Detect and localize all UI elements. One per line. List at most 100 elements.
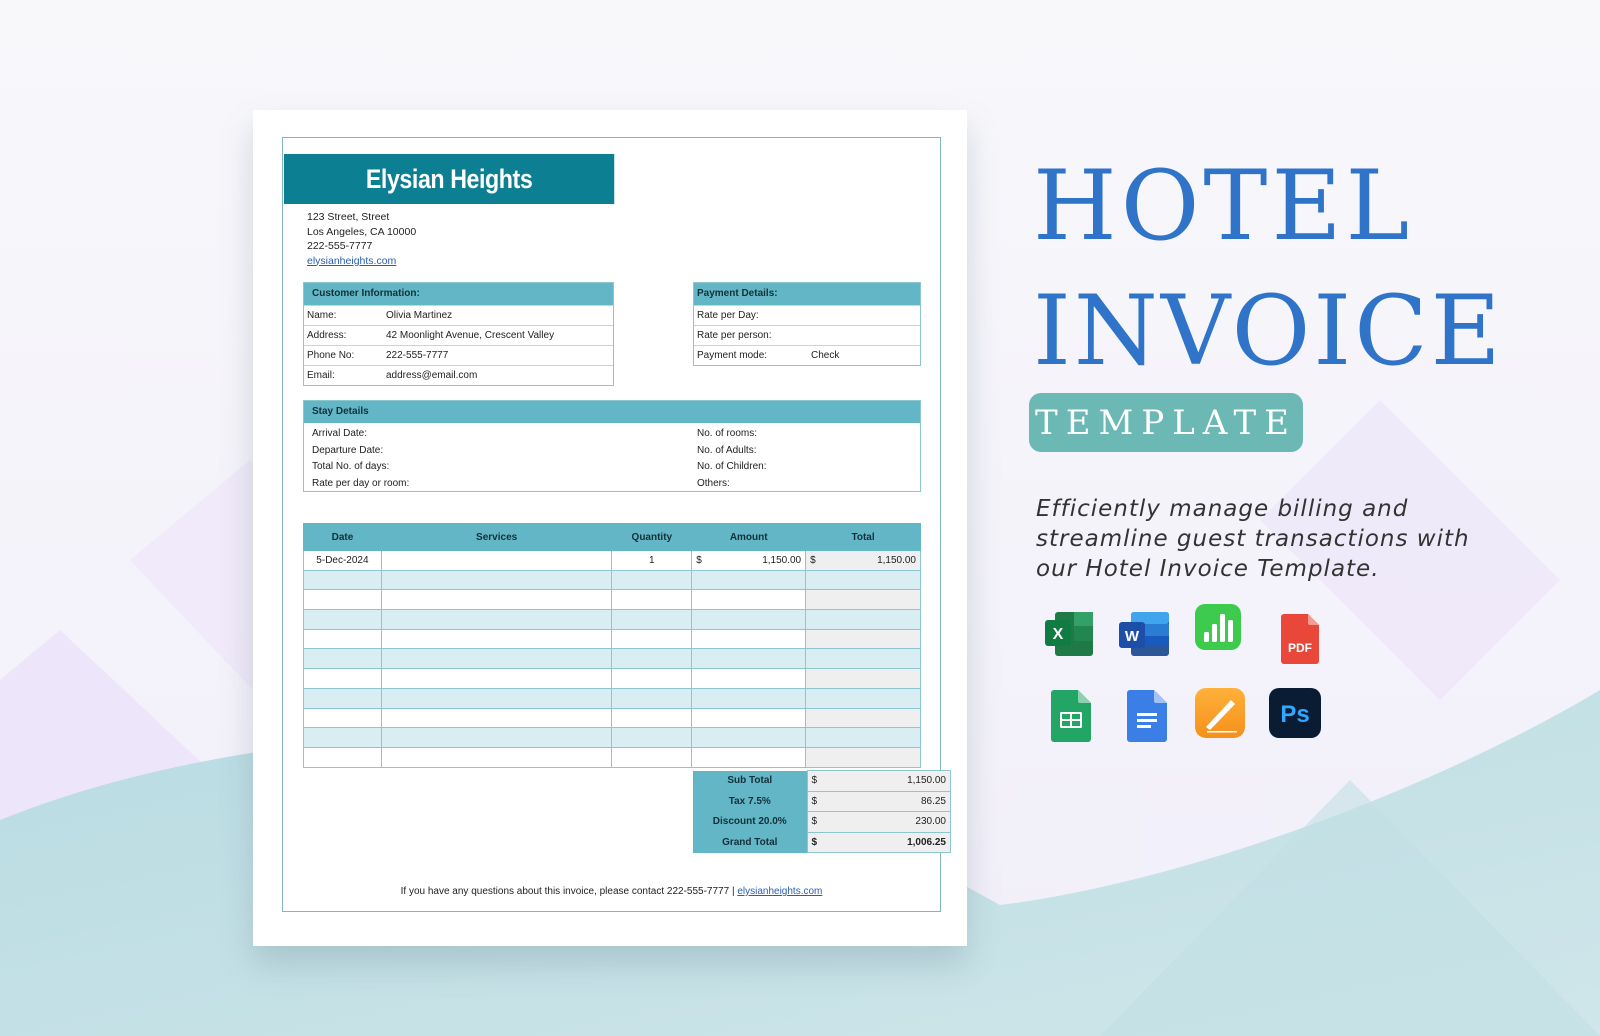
column-header-quantity: Quantity [611,523,693,551]
payment-row: Payment mode: Check [694,345,920,365]
cell-quantity[interactable] [611,727,693,748]
cell-date[interactable] [303,727,382,748]
cell-date[interactable] [303,746,382,768]
cell-amount[interactable] [691,746,807,768]
cell-service[interactable] [380,569,613,591]
cell-amount[interactable] [691,707,807,729]
cell-date[interactable] [303,609,382,630]
pdf-icon: PDF [1281,614,1333,666]
cell-quantity[interactable] [611,589,693,611]
line-items-header: Date Services Quantity Amount Total [303,523,921,551]
cell-total [805,668,921,689]
cell-quantity[interactable] [611,648,693,670]
cell-service[interactable] [380,609,613,630]
cell-service[interactable] [380,668,613,689]
cell-date[interactable] [303,648,382,670]
cell-date[interactable]: 5-Dec-2024 [303,550,382,571]
totals-row: Sub Total $1,150.00 [693,770,951,792]
line-item-row [303,687,921,709]
google-docs-icon [1127,690,1179,742]
column-header-total: Total [805,523,921,551]
footer-website-link[interactable]: elysianheights.com [737,886,822,897]
hotel-phone: 222-555-7777 [307,240,373,252]
hotel-address: 123 Street, Street Los Angeles, CA 10000… [307,210,416,268]
cell-quantity[interactable] [611,668,693,689]
totals-label: Sub Total [693,770,807,791]
promo-title-line-1: HOTEL [1033,150,1414,262]
payment-row: Rate per Day: [694,305,920,325]
field-value [811,326,920,345]
cell-service[interactable] [380,648,613,670]
cell-service[interactable] [380,550,613,571]
cell-date[interactable] [303,628,382,650]
stay-field: Others: [697,477,730,489]
cell-service[interactable] [380,746,613,768]
cell-amount[interactable] [691,609,807,630]
google-sheets-icon [1051,690,1103,742]
field-label: Address: [307,330,347,341]
totals-row: Discount 20.0% $230.00 [693,811,951,833]
cell-quantity[interactable] [611,707,693,729]
cell-amount[interactable] [691,668,807,689]
total-value: 1,150.00 [877,554,916,566]
totals-table: Sub Total $1,150.00 Tax 7.5% $86.25 Discount… [693,770,951,853]
cell-amount[interactable] [691,648,807,670]
cell-quantity[interactable] [611,687,693,709]
amount-value: 1,150.00 [762,554,802,566]
cell-amount[interactable] [691,687,807,709]
customer-email: address@email.com [386,370,478,381]
totals-value: 1,150.00 [907,775,946,787]
cell-date[interactable] [303,687,382,709]
address-line-1: 123 Street, Street [307,211,390,223]
cell-total [805,687,921,709]
cell-amount[interactable] [691,628,807,650]
cell-quantity[interactable] [611,569,693,591]
cell-date[interactable] [303,589,382,611]
cell-quantity[interactable] [611,628,693,650]
field-label: Phone No: [307,350,355,361]
cell-date[interactable] [303,707,382,729]
column-header-amount: Amount [691,523,807,551]
column-header-date: Date [303,523,382,551]
customer-info-heading: Customer Information: [304,283,613,305]
currency-symbol: $ [811,795,818,807]
cell-amount[interactable]: $1,150.00 [691,550,807,571]
cell-quantity[interactable] [611,746,693,768]
cell-amount[interactable] [691,589,807,611]
line-item-row [303,609,921,630]
line-item-row [303,589,921,611]
field-label: Name: [307,310,337,321]
cell-total [805,609,921,630]
customer-name: Olivia Martinez [386,310,453,321]
customer-row: Address: 42 Moonlight Avenue, Crescent V… [304,325,613,345]
totals-value-cell: $1,006.25 [806,831,951,853]
cell-total [805,628,921,650]
totals-value-cell: $230.00 [806,811,951,833]
totals-label: Grand Total [693,832,807,853]
totals-value-cell: $86.25 [806,790,951,812]
totals-label: Tax 7.5% [693,791,807,812]
cell-service[interactable] [380,687,613,709]
cell-service[interactable] [380,628,613,650]
currency-symbol: $ [811,816,818,828]
line-item-row: 5-Dec-2024 1 $1,150.00 $1,150.00 [303,550,921,571]
column-header-services: Services [380,523,613,551]
customer-row: Phone No: 222-555-7777 [304,345,613,365]
cell-service[interactable] [380,727,613,748]
totals-value-cell: $1,150.00 [806,770,951,792]
cell-amount[interactable] [691,727,807,748]
cell-service[interactable] [380,589,613,611]
cell-amount[interactable] [691,569,807,591]
app-icons: X W PDF Ps [1045,600,1345,750]
cell-quantity[interactable]: 1 [611,550,693,571]
cell-service[interactable] [380,707,613,729]
cell-date[interactable] [303,569,382,591]
cell-date[interactable] [303,668,382,689]
customer-address: 42 Moonlight Avenue, Crescent Valley [386,330,555,341]
cell-quantity[interactable] [611,609,693,630]
currency-symbol: $ [810,554,816,566]
stay-field: Departure Date: [312,444,384,456]
hotel-website-link[interactable]: elysianheights.com [307,255,396,267]
line-items-table: Date Services Quantity Amount Total 5-De… [303,523,921,768]
invoice-paper: Elysian Heights 123 Street, Street Los A… [253,110,967,946]
